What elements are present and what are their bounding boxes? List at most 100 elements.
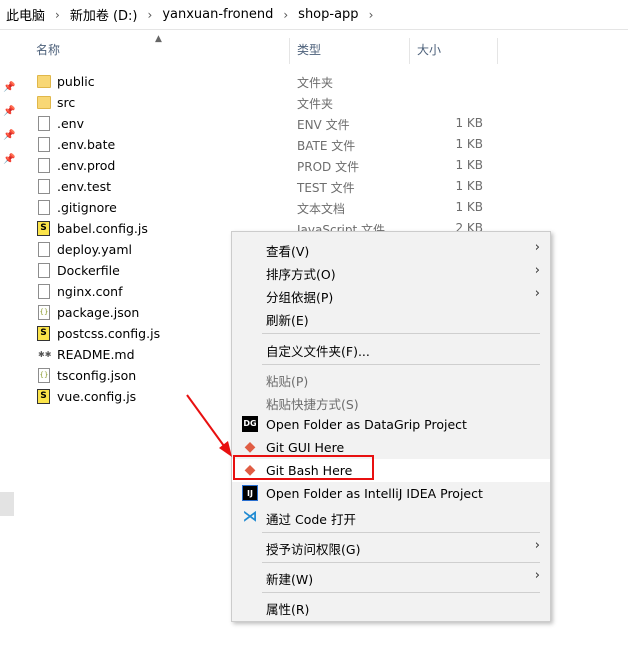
file-name: .env.prod [57,158,116,173]
column-header-size[interactable]: 大小 [417,38,497,60]
chevron-right-icon: › [534,263,540,278]
file-icon [38,179,50,194]
file-size: 1 KB [455,200,483,214]
column-divider[interactable] [289,38,290,64]
file-size: 1 KB [455,179,483,193]
file-icon [38,137,50,152]
breadcrumb-yanxuan-fronend[interactable]: yanxuan-fronend [160,7,275,22]
menu-item-paste-shortcut[interactable]: 粘贴快捷方式(S) [232,390,550,413]
file-type: PROD 文件 [297,160,360,174]
list-item[interactable]: .env.bate BATE 文件 1 KB [36,134,496,155]
column-header-name[interactable]: 名称 [36,38,286,60]
menu-separator [262,562,540,563]
js-file-icon: S [37,221,50,236]
json-file-icon: {} [38,368,50,383]
chevron-right-icon[interactable]: › [148,8,153,22]
breadcrumb: 此电脑 › 新加卷 (D:) › yanxuan-fronend › shop-… [0,0,628,30]
menu-item-properties[interactable]: 属性(R) [232,595,550,618]
menu-item-view[interactable]: 查看(V) › [232,237,550,260]
chevron-right-icon[interactable]: › [369,8,374,22]
file-name: .env.bate [57,137,116,152]
file-name: .env [57,116,84,131]
menu-item-refresh[interactable]: 刷新(E) [232,306,550,329]
chevron-right-icon: › [534,240,540,255]
markdown-file-icon: ✱✱ [38,347,51,362]
file-type: 文本文档 [297,202,346,216]
menu-item-customize-folder[interactable]: 自定义文件夹(F)... [232,337,550,360]
column-header-type[interactable]: 类型 [297,38,407,60]
menu-separator [262,364,540,365]
js-file-icon: S [37,326,50,341]
vscode-icon: ⋊ [242,507,258,525]
file-name: package.json [57,305,140,320]
file-name: babel.config.js [57,221,148,236]
chevron-right-icon: › [534,286,540,301]
file-name: deploy.yaml [57,242,132,257]
column-divider[interactable] [497,38,498,64]
breadcrumb-drive-d[interactable]: 新加卷 (D:) [68,5,140,24]
file-name: src [57,95,76,110]
file-name: .env.test [57,179,111,194]
file-icon [38,242,50,257]
menu-separator [262,532,540,533]
menu-item-open-vscode[interactable]: ⋊ 通过 Code 打开 [232,505,550,528]
datagrip-icon: DG [242,416,258,432]
menu-item-open-intellij[interactable]: IJ Open Folder as IntelliJ IDEA Project [232,482,550,505]
list-item[interactable]: .env.prod PROD 文件 1 KB [36,155,496,176]
intellij-idea-icon: IJ [242,485,258,501]
file-name: .gitignore [57,200,117,215]
list-item[interactable]: src 文件夹 [36,92,496,113]
chevron-right-icon[interactable]: › [55,8,60,22]
file-size: 1 KB [455,158,483,172]
file-icon [38,263,50,278]
folder-icon [37,96,51,109]
js-file-icon: S [37,389,50,404]
menu-separator [262,333,540,334]
menu-item-open-datagrip[interactable]: DG Open Folder as DataGrip Project [232,413,550,436]
chevron-right-icon: › [534,568,540,583]
file-icon [38,158,50,173]
file-type: 文件夹 [297,97,334,111]
file-name: nginx.conf [57,284,123,299]
file-name: tsconfig.json [57,368,137,383]
chevron-right-icon[interactable]: › [283,8,288,22]
breadcrumb-shop-app[interactable]: shop-app [296,7,360,22]
file-size: 1 KB [455,137,483,151]
list-item[interactable]: .gitignore 文本文档 1 KB [36,197,496,218]
text-file-icon [38,200,50,215]
context-menu: 查看(V) › 排序方式(O) › 分组依据(P) › 刷新(E) 自定义文件夹… [231,231,551,622]
json-file-icon: {} [38,305,50,320]
file-icon [38,284,50,299]
menu-item-new[interactable]: 新建(W) › [232,565,550,588]
menu-item-grant-access[interactable]: 授予访问权限(G) › [232,535,550,558]
annotation-highlight-box [233,455,374,480]
pin-icon[interactable]: 📌 [3,131,15,141]
git-icon: ◆ [244,439,256,455]
file-name: vue.config.js [57,389,137,404]
menu-item-group[interactable]: 分组依据(P) › [232,283,550,306]
pin-icon[interactable]: 📌 [3,155,15,165]
list-item[interactable]: .env.test TEST 文件 1 KB [36,176,496,197]
column-divider[interactable] [409,38,410,64]
chevron-right-icon: › [534,538,540,553]
file-name: public [57,74,95,89]
file-name: postcss.config.js [57,326,161,341]
folder-icon [37,75,51,88]
breadcrumb-this-pc[interactable]: 此电脑 [4,5,47,24]
file-type: TEST 文件 [297,181,355,195]
file-type: BATE 文件 [297,139,356,153]
menu-item-paste[interactable]: 粘贴(P) [232,367,550,390]
file-type: ENV 文件 [297,118,350,132]
menu-separator [262,592,540,593]
list-item[interactable]: public 文件夹 [36,71,496,92]
navigation-pane-scrollbar[interactable] [0,492,14,516]
file-icon [38,116,50,131]
file-type: 文件夹 [297,76,334,90]
pin-icon[interactable]: 📌 [3,83,15,93]
list-item[interactable]: .env ENV 文件 1 KB [36,113,496,134]
file-name: README.md [57,347,135,362]
pin-icon[interactable]: 📌 [3,107,15,117]
file-size: 1 KB [455,116,483,130]
file-name: Dockerfile [57,263,120,278]
menu-item-sort[interactable]: 排序方式(O) › [232,260,550,283]
